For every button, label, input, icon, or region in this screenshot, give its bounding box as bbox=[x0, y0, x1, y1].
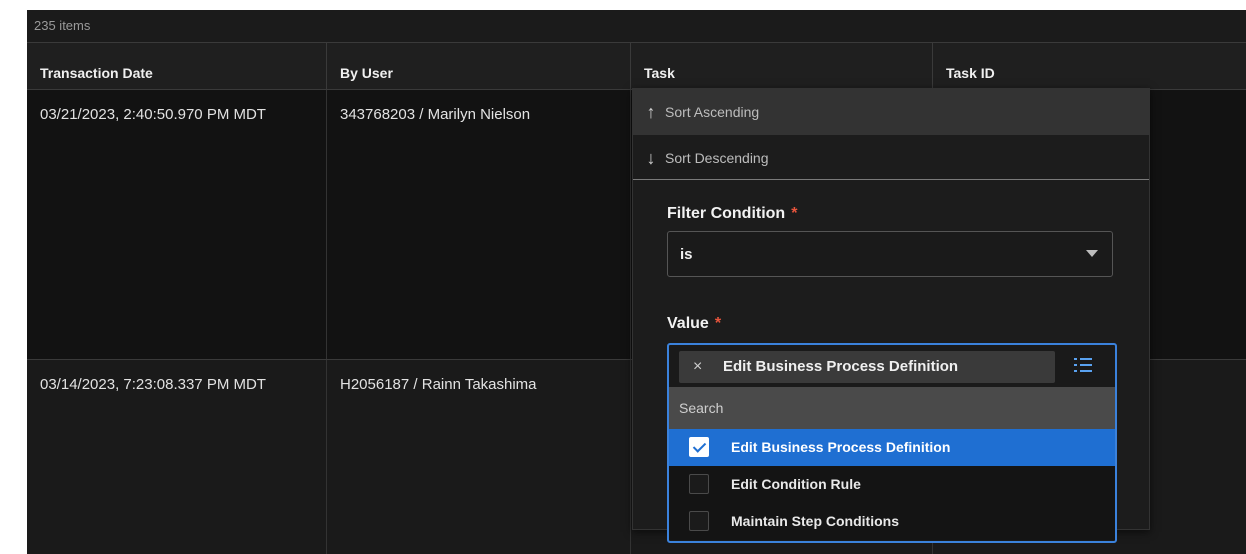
checkbox[interactable] bbox=[689, 511, 709, 531]
column-header-task-id[interactable]: Task ID bbox=[933, 43, 1246, 89]
list-icon[interactable] bbox=[1074, 357, 1092, 373]
checkmark-icon bbox=[692, 439, 707, 453]
column-header-by-user[interactable]: By User bbox=[327, 43, 631, 89]
cell-transaction-date: 03/21/2023, 2:40:50.970 PM MDT bbox=[27, 90, 327, 359]
table-header: Transaction Date By User Task Task ID bbox=[27, 42, 1246, 90]
option-label: Edit Condition Rule bbox=[731, 476, 861, 492]
sort-ascending-item[interactable]: ↑ Sort Ascending bbox=[633, 89, 1149, 135]
option-label: Maintain Step Conditions bbox=[731, 513, 899, 529]
value-text: Value bbox=[667, 315, 709, 332]
sort-descending-item[interactable]: ↓ Sort Descending bbox=[633, 135, 1149, 181]
sort-descending-label: Sort Descending bbox=[665, 150, 769, 166]
column-header-transaction-date[interactable]: Transaction Date bbox=[27, 43, 327, 89]
option-label: Edit Business Process Definition bbox=[731, 439, 951, 455]
chip-label: Edit Business Process Definition bbox=[723, 358, 959, 375]
arrow-up-icon: ↑ bbox=[646, 102, 656, 122]
required-marker: * bbox=[791, 205, 798, 222]
menu-divider bbox=[633, 179, 1149, 180]
column-header-task[interactable]: Task bbox=[631, 43, 933, 89]
checkbox[interactable] bbox=[689, 474, 709, 494]
required-marker: * bbox=[714, 315, 722, 332]
cell-by-user: H2056187 / Rainn Takashima bbox=[327, 360, 631, 554]
filter-condition-text: Filter Condition bbox=[667, 205, 786, 222]
option-maintain-step-conditions[interactable]: Maintain Step Conditions bbox=[669, 503, 1115, 540]
selected-value-chip[interactable]: × Edit Business Process Definition bbox=[679, 351, 1055, 383]
dropdown-caret-icon bbox=[1086, 250, 1098, 257]
checkbox-checked[interactable] bbox=[689, 437, 709, 457]
filter-condition-label: Filter Condition * bbox=[667, 205, 797, 223]
search-input[interactable]: Search bbox=[669, 387, 1115, 429]
value-label: Value * bbox=[667, 315, 721, 333]
arrow-down-icon: ↓ bbox=[646, 148, 656, 168]
filter-condition-value: is bbox=[680, 246, 693, 263]
item-count: 235 items bbox=[27, 10, 1246, 42]
filter-condition-select[interactable]: is bbox=[667, 231, 1113, 277]
cell-by-user: 343768203 / Marilyn Nielson bbox=[327, 90, 631, 359]
remove-chip-icon[interactable]: × bbox=[693, 351, 702, 383]
column-filter-menu: ↑ Sort Ascending ↓ Sort Descending Filte… bbox=[632, 88, 1150, 543]
sort-ascending-label: Sort Ascending bbox=[665, 104, 760, 120]
option-edit-condition-rule[interactable]: Edit Condition Rule bbox=[669, 466, 1115, 503]
option-edit-business-process-definition[interactable]: Edit Business Process Definition bbox=[669, 429, 1115, 466]
value-multiselect[interactable]: × Edit Business Process Definition Searc… bbox=[667, 343, 1117, 543]
cell-transaction-date: 03/14/2023, 7:23:08.337 PM MDT bbox=[27, 360, 327, 554]
